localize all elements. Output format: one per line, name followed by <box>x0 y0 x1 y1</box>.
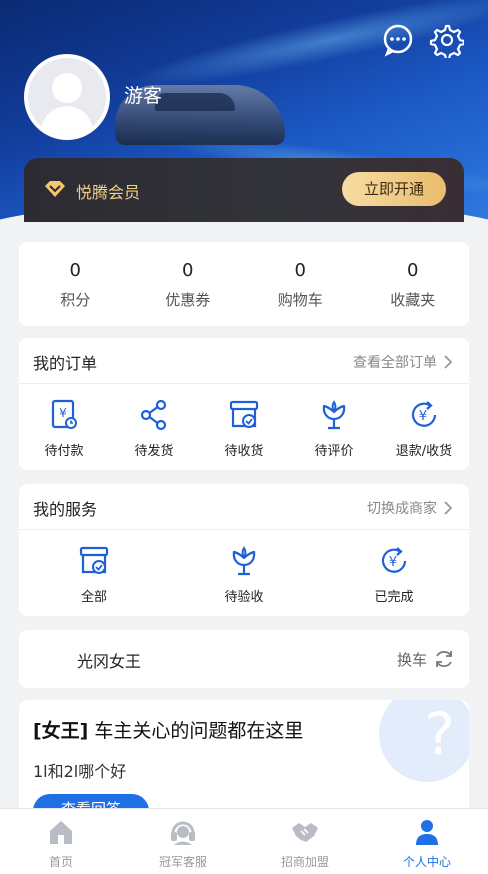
settings-gear-icon[interactable] <box>428 22 466 61</box>
refund-icon: ¥ <box>381 547 407 573</box>
order-refund[interactable]: ¥ 退款/收货 <box>379 398 469 459</box>
payment-icon: ¥ <box>51 399 77 429</box>
tab-home[interactable]: 首页 <box>0 809 122 874</box>
stat-value: 0 <box>182 260 194 281</box>
service-completed[interactable]: ¥ 已完成 <box>319 544 469 605</box>
change-car-button[interactable]: 换车 <box>397 648 455 670</box>
svg-text:¥: ¥ <box>59 406 67 420</box>
stat-coupons[interactable]: 0 优惠券 <box>132 242 245 326</box>
stat-value: 0 <box>407 260 419 281</box>
chevron-right-icon <box>444 501 453 515</box>
tab-service[interactable]: 冠军客服 <box>122 809 244 874</box>
stat-label: 收藏夹 <box>390 291 436 309</box>
order-pending-review[interactable]: 待评价 <box>289 398 379 459</box>
order-item-label: 待评价 <box>314 444 354 459</box>
view-all-orders-label: 查看全部订单 <box>353 355 437 371</box>
question-mark-icon: ? <box>424 700 455 768</box>
person-icon <box>416 820 438 845</box>
message-icon[interactable] <box>380 22 416 58</box>
order-item-label: 待发货 <box>134 444 174 459</box>
stat-points[interactable]: 0 积分 <box>19 242 132 326</box>
stat-value: 0 <box>294 260 306 281</box>
view-all-orders-link[interactable]: 查看全部订单 <box>353 352 453 372</box>
tab-franchise[interactable]: 招商加盟 <box>244 809 366 874</box>
service-item-label: 全部 <box>80 590 107 605</box>
tab-label: 首页 <box>48 855 73 869</box>
refund-icon: ¥ <box>411 401 437 427</box>
switch-merchant-label: 切换成商家 <box>367 501 437 517</box>
service-item-label: 待验收 <box>224 590 264 605</box>
qa-question[interactable]: 1l和2l哪个好 <box>33 758 126 782</box>
diamond-icon <box>44 180 66 202</box>
svg-text:¥: ¥ <box>419 409 427 424</box>
order-pending-payment[interactable]: ¥ 待付款 <box>19 398 109 459</box>
car-name: 光冈女王 <box>77 652 142 671</box>
stat-cart[interactable]: 0 购物车 <box>244 242 357 326</box>
stat-label: 优惠券 <box>165 291 211 309</box>
order-pending-receipt[interactable]: 待收货 <box>199 398 289 459</box>
svg-text:¥: ¥ <box>389 555 397 570</box>
change-car-label: 换车 <box>396 650 427 669</box>
qa-title: [女王] 车主关心的问题都在这里 <box>33 716 303 743</box>
services-card: 我的服务 切换成商家 全部 待验收 ¥ 已完成 <box>19 484 469 616</box>
service-item-label: 已完成 <box>374 590 414 605</box>
bottom-tab-bar: 首页 冠军客服 招商加盟 个人中心 <box>0 808 488 874</box>
orders-card: 我的订单 查看全部订单 ¥ 待付款 待发货 待收货 待评价 ¥ 退款/收货 <box>19 338 469 470</box>
flower-icon <box>232 546 256 576</box>
box-check-icon <box>79 546 109 574</box>
switch-merchant-link[interactable]: 切换成商家 <box>367 498 453 518</box>
service-pending-acceptance[interactable]: 待验收 <box>169 544 319 605</box>
headset-icon <box>171 821 195 845</box>
stat-value: 0 <box>69 260 81 281</box>
service-all[interactable]: 全部 <box>19 544 169 605</box>
qa-title-text: 车主关心的问题都在这里 <box>94 720 304 742</box>
services-header: 我的服务 切换成商家 <box>19 484 469 530</box>
order-item-label: 退款/收货 <box>395 444 453 459</box>
tab-label: 个人中心 <box>402 855 451 869</box>
my-car-card[interactable]: 光冈女王 换车 <box>19 630 469 688</box>
services-title: 我的服务 <box>33 500 98 519</box>
username[interactable]: 游客 <box>124 81 162 108</box>
flower-icon <box>322 400 346 430</box>
stat-label: 购物车 <box>277 291 323 309</box>
order-item-label: 待付款 <box>44 444 84 459</box>
refresh-icon <box>436 650 452 668</box>
stats-card: 0 积分 0 优惠券 0 购物车 0 收藏夹 <box>19 242 469 326</box>
order-pending-shipment[interactable]: 待发货 <box>109 398 199 459</box>
vip-membership-bar: 悦腾会员 立即开通 <box>24 158 464 222</box>
orders-header: 我的订单 查看全部订单 <box>19 338 469 384</box>
home-icon <box>50 821 72 844</box>
chevron-right-icon <box>444 355 453 369</box>
tab-label: 招商加盟 <box>280 855 329 869</box>
order-item-label: 待收货 <box>224 444 264 459</box>
box-check-icon <box>229 400 259 428</box>
share-icon <box>140 399 167 431</box>
avatar[interactable] <box>24 54 110 140</box>
qa-tag: [女王] <box>33 720 89 742</box>
tab-label: 冠军客服 <box>158 855 207 869</box>
stat-label: 积分 <box>60 291 91 309</box>
vip-activate-button[interactable]: 立即开通 <box>342 172 446 206</box>
orders-title: 我的订单 <box>33 354 98 373</box>
handshake-icon <box>292 823 318 842</box>
vip-label: 悦腾会员 <box>76 183 141 202</box>
stat-favorites[interactable]: 0 收藏夹 <box>357 242 470 326</box>
tab-profile[interactable]: 个人中心 <box>366 809 488 874</box>
